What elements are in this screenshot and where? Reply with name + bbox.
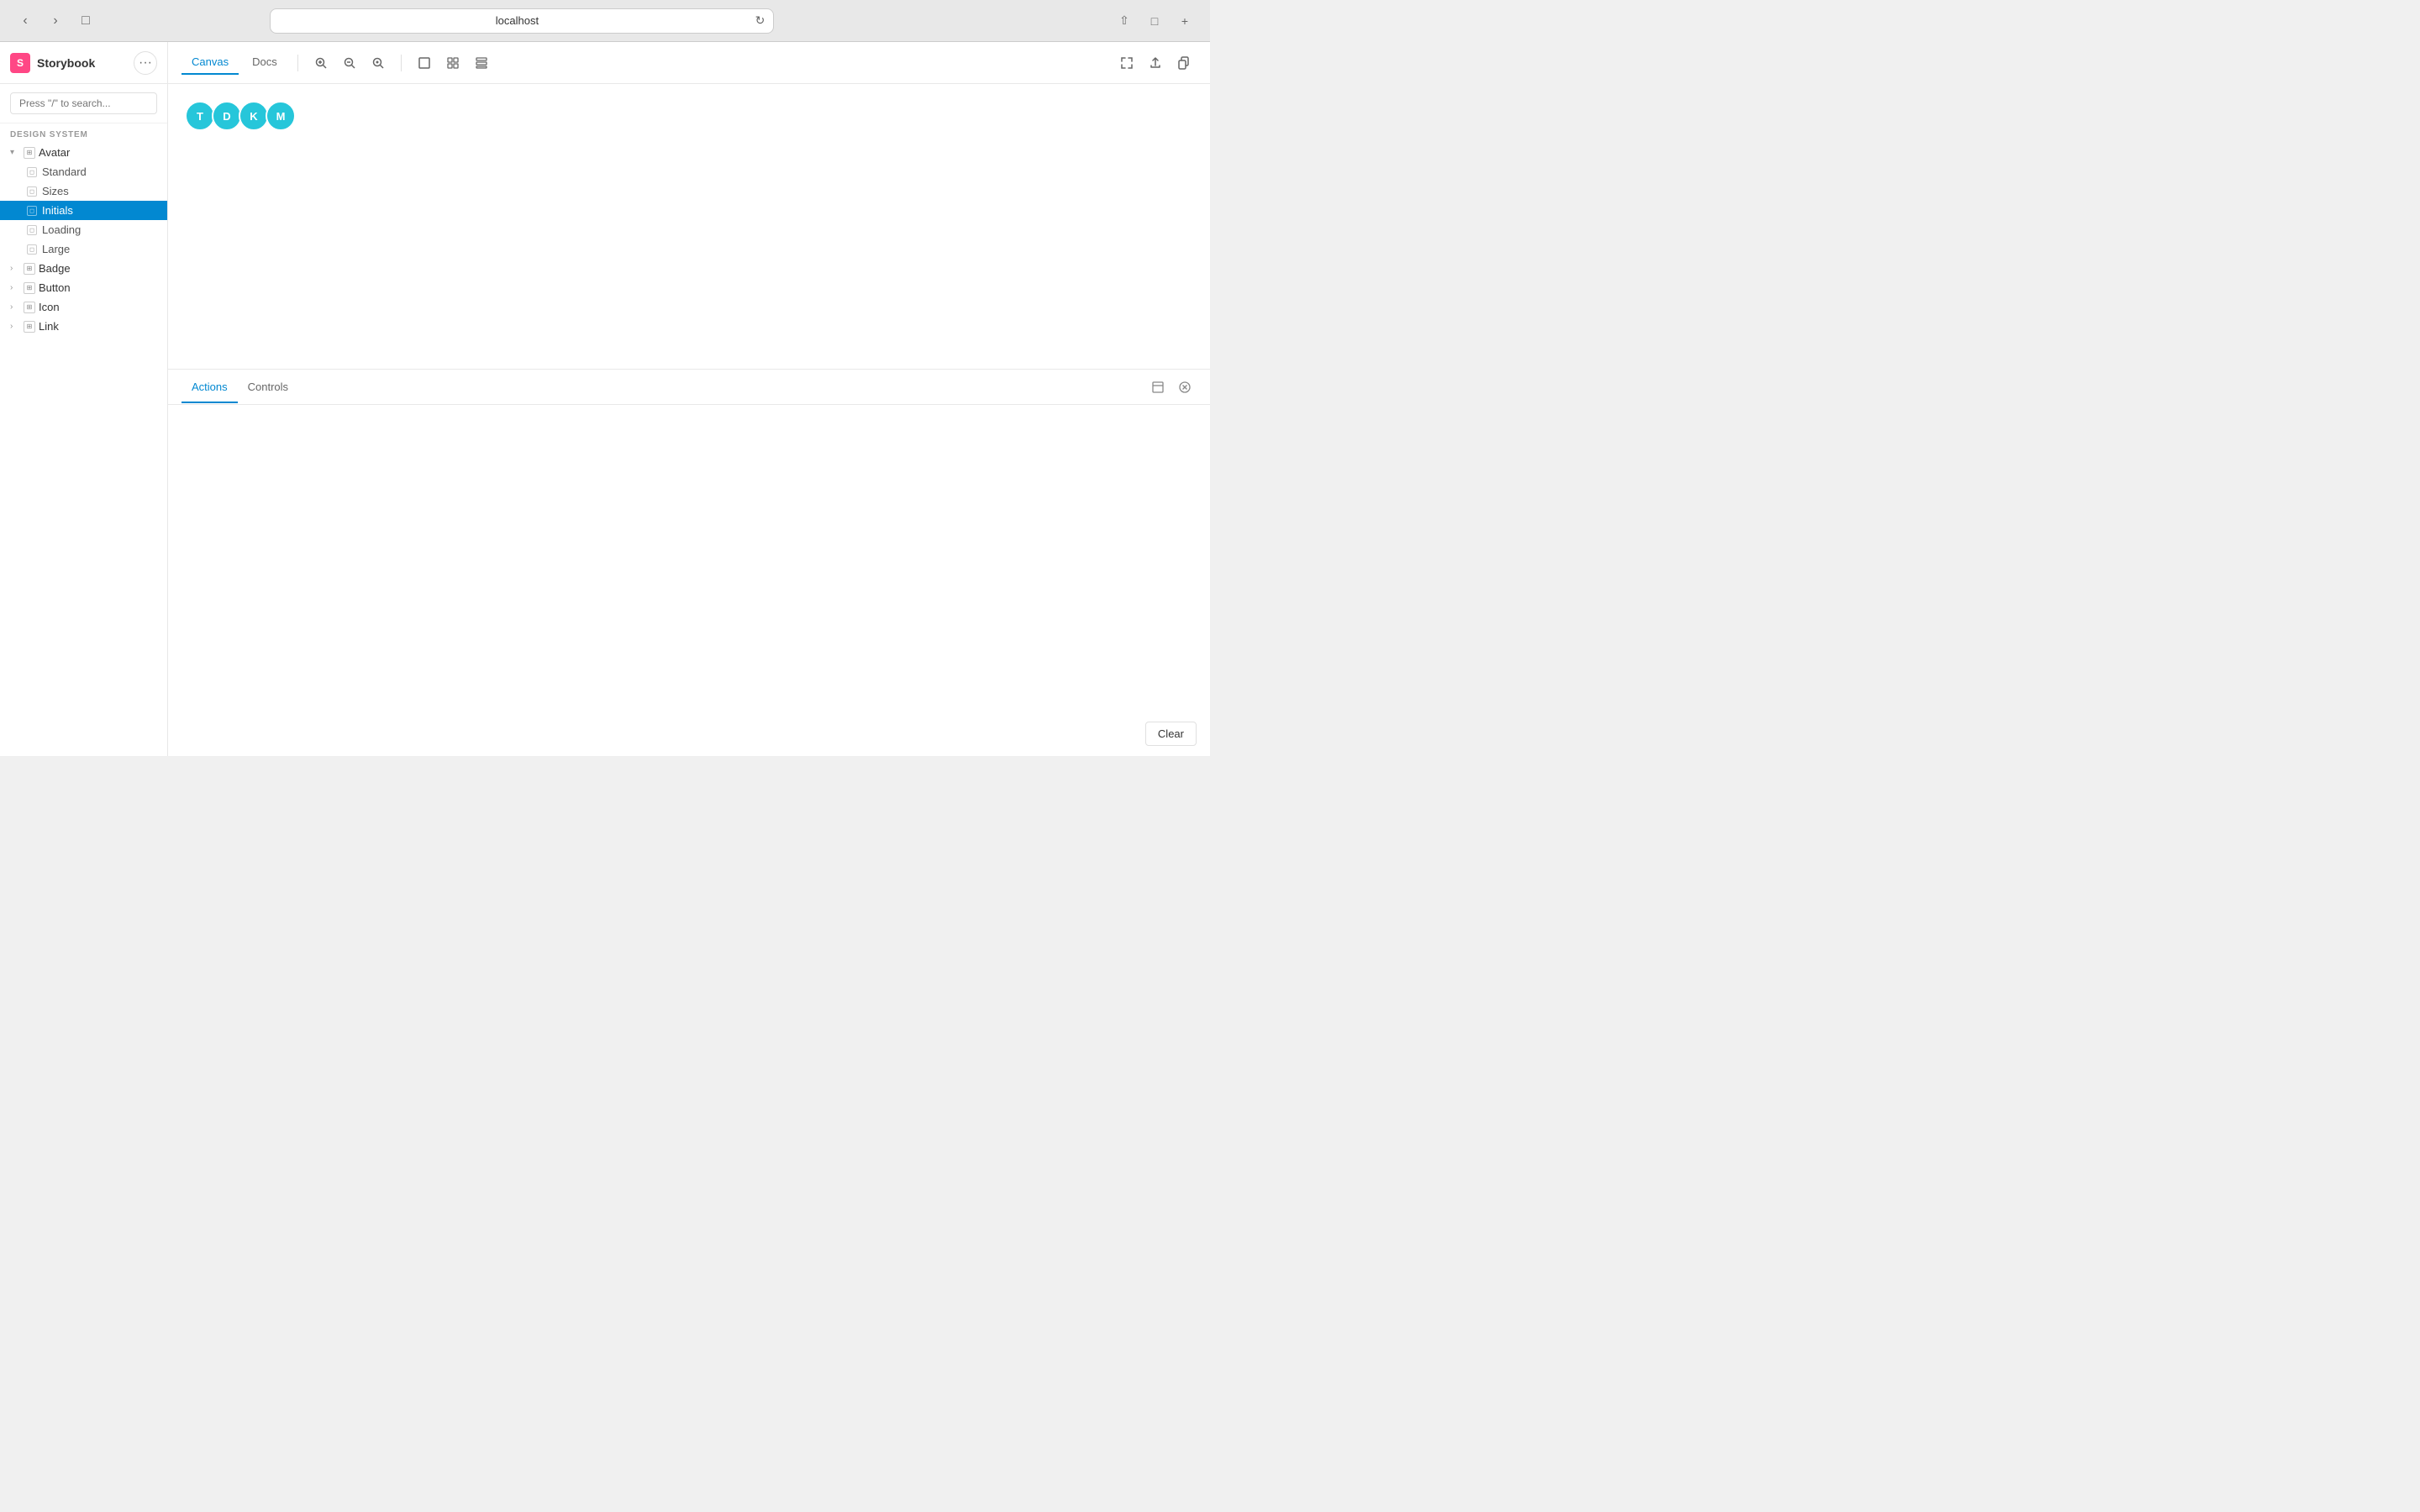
sidebar-group-icon: › ⊞ Icon [0, 297, 167, 317]
main-content: DESIGN SYSTEM ▾ ⊞ Avatar ◻ Standard ◻ Si… [0, 84, 1210, 756]
clear-button[interactable]: Clear [1145, 722, 1197, 746]
header-divider-2 [401, 55, 402, 71]
copy-link-button[interactable] [1171, 50, 1197, 76]
group-icon-link: ⊞ [24, 321, 35, 333]
sidebar-group-link-header[interactable]: › ⊞ Link [0, 317, 167, 336]
storybook-title: Storybook [37, 56, 95, 70]
view-grid-button[interactable] [440, 50, 466, 76]
bottom-panel: Actions Controls Clear [168, 370, 1210, 756]
logo-letter: S [17, 57, 24, 69]
main-header: Canvas Docs [168, 50, 1210, 76]
header-divider [297, 55, 298, 71]
sidebar-item-large-label: Large [42, 243, 70, 255]
sidebar-group-badge: › ⊞ Badge [0, 259, 167, 278]
avatar-T: T [185, 101, 215, 131]
story-icon-standard: ◻ [27, 167, 37, 177]
browser-sidebar-button[interactable]: □ [74, 9, 97, 33]
sidebar-item-initials-label: Initials [42, 204, 73, 217]
fit-to-screen-button[interactable] [1114, 50, 1139, 76]
group-icon-button: ⊞ [24, 282, 35, 294]
sidebar-item-initials[interactable]: ◻ Initials [0, 201, 167, 220]
canvas-viewport: T D K M [168, 84, 1210, 370]
browser-forward-button[interactable]: › [44, 9, 67, 33]
story-icon-initials: ◻ [27, 206, 37, 216]
tab-canvas[interactable]: Canvas [182, 50, 239, 75]
sidebar-group-link: › ⊞ Link [0, 317, 167, 336]
sidebar-item-loading-label: Loading [42, 223, 81, 236]
browser-url-text: localhost [279, 14, 755, 27]
sidebar-group-button-label: Button [39, 281, 71, 294]
browser-chrome: ‹ › □ localhost ↻ ⇧ □ + [0, 0, 1210, 42]
avatar-group: T D K M [185, 101, 296, 131]
sidebar-item-standard[interactable]: ◻ Standard [0, 162, 167, 181]
sidebar-item-loading[interactable]: ◻ Loading [0, 220, 167, 239]
sidebar-group-icon-header[interactable]: › ⊞ Icon [0, 297, 167, 317]
share-story-button[interactable] [1143, 50, 1168, 76]
sidebar-header: S Storybook ··· [0, 42, 168, 83]
sidebar-group-button-header[interactable]: › ⊞ Button [0, 278, 167, 297]
sidebar: DESIGN SYSTEM ▾ ⊞ Avatar ◻ Standard ◻ Si… [0, 84, 168, 756]
browser-right-actions: ⇧ □ + [1113, 9, 1197, 33]
header-right-actions [1114, 50, 1197, 76]
browser-reload-button[interactable]: ↻ [755, 13, 765, 28]
zoom-reset-button[interactable] [366, 50, 391, 76]
view-single-button[interactable] [412, 50, 437, 76]
search-input[interactable] [10, 92, 157, 114]
panel-right-actions [1146, 375, 1197, 399]
sidebar-group-avatar-label: Avatar [39, 146, 70, 159]
tab-controls[interactable]: Controls [238, 372, 298, 403]
app-header: S Storybook ··· Canvas Docs [0, 42, 1210, 84]
story-icon-loading: ◻ [27, 225, 37, 235]
chevron-right-icon-badge: › [10, 264, 20, 273]
sidebar-group-avatar: ▾ ⊞ Avatar ◻ Standard ◻ Sizes ◻ Initials [0, 143, 167, 259]
group-icon-badge: ⊞ [24, 263, 35, 275]
zoom-in-button[interactable] [308, 50, 334, 76]
sidebar-group-avatar-header[interactable]: ▾ ⊞ Avatar [0, 143, 167, 162]
sidebar-search-container [0, 84, 167, 123]
avatar-D: D [212, 101, 242, 131]
sidebar-item-sizes-label: Sizes [42, 185, 69, 197]
chevron-down-icon: ▾ [10, 148, 20, 157]
canvas-area: T D K M Actions Controls [168, 84, 1210, 756]
tab-docs[interactable]: Docs [242, 50, 287, 75]
sidebar-group-button: › ⊞ Button [0, 278, 167, 297]
group-icon-avatar: ⊞ [24, 147, 35, 159]
sidebar-item-sizes[interactable]: ◻ Sizes [0, 181, 167, 201]
header-menu-button[interactable]: ··· [134, 51, 157, 75]
story-icon-large: ◻ [27, 244, 37, 255]
panel-expand-button[interactable] [1146, 375, 1170, 399]
browser-newtab-button[interactable]: □ [1143, 9, 1166, 33]
sidebar-group-link-label: Link [39, 320, 59, 333]
avatar-M: M [266, 101, 296, 131]
sidebar-group-badge-header[interactable]: › ⊞ Badge [0, 259, 167, 278]
view-outline-button[interactable] [469, 50, 494, 76]
bottom-panel-header: Actions Controls [168, 370, 1210, 405]
sidebar-item-large[interactable]: ◻ Large [0, 239, 167, 259]
panel-close-button[interactable] [1173, 375, 1197, 399]
panel-content: Clear [168, 405, 1210, 756]
browser-back-button[interactable]: ‹ [13, 9, 37, 33]
story-icon-sizes: ◻ [27, 186, 37, 197]
chevron-right-icon-link: › [10, 322, 20, 331]
sidebar-item-standard-label: Standard [42, 165, 87, 178]
browser-url-bar: localhost ↻ [270, 8, 774, 34]
chevron-right-icon-icon: › [10, 302, 20, 312]
browser-add-tab-button[interactable]: + [1173, 9, 1197, 33]
avatar-K: K [239, 101, 269, 131]
sidebar-group-icon-label: Icon [39, 301, 60, 313]
sidebar-group-badge-label: Badge [39, 262, 71, 275]
app: S Storybook ··· Canvas Docs [0, 42, 1210, 756]
group-icon-icon: ⊞ [24, 302, 35, 313]
storybook-logo: S [10, 53, 30, 73]
zoom-out-button[interactable] [337, 50, 362, 76]
browser-share-button[interactable]: ⇧ [1113, 9, 1136, 33]
tab-actions[interactable]: Actions [182, 372, 238, 403]
design-system-label: DESIGN SYSTEM [0, 123, 167, 143]
chevron-right-icon-button: › [10, 283, 20, 292]
